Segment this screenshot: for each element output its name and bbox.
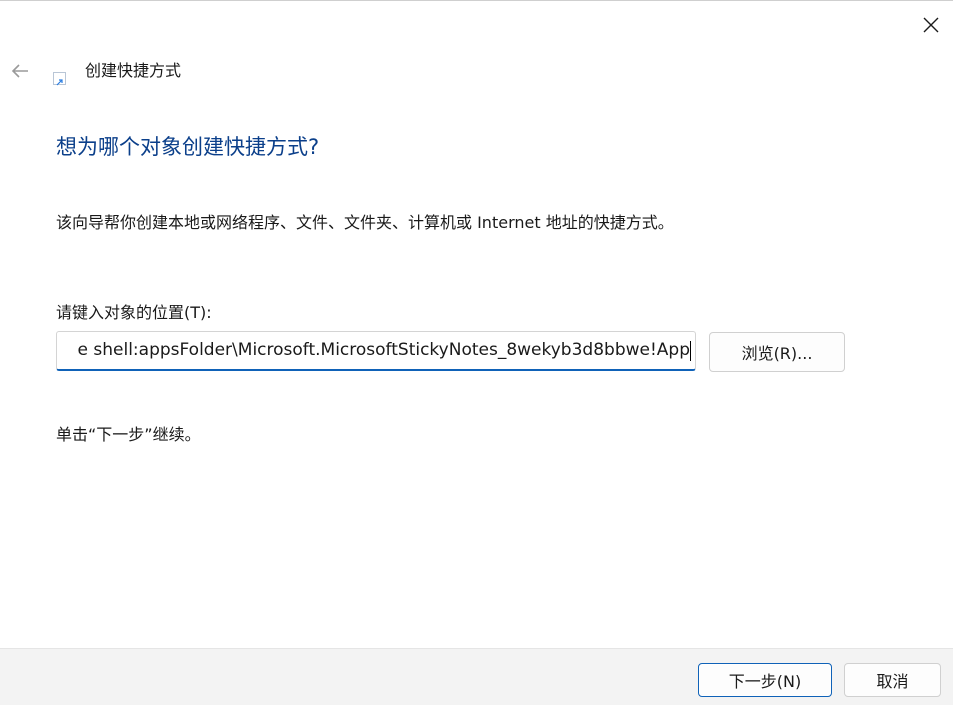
- next-button[interactable]: 下一步(N): [698, 663, 832, 697]
- back-button[interactable]: [4, 55, 36, 87]
- cancel-button[interactable]: 取消: [844, 663, 941, 697]
- location-label: 请键入对象的位置(T):: [56, 303, 212, 322]
- page-heading: 想为哪个对象创建快捷方式?: [56, 135, 320, 159]
- location-input-value: e shell:appsFolder\Microsoft.MicrosoftSt…: [77, 340, 690, 360]
- text-caret: [690, 341, 691, 361]
- window-title: 创建快捷方式: [85, 61, 182, 80]
- wizard-description: 该向导帮你创建本地或网络程序、文件、文件夹、计算机或 Internet 地址的快…: [56, 213, 674, 232]
- browse-button[interactable]: 浏览(R)...: [709, 332, 845, 372]
- location-input[interactable]: e shell:appsFolder\Microsoft.MicrosoftSt…: [56, 331, 696, 371]
- continue-hint: 单击“下一步”继续。: [56, 425, 201, 444]
- back-arrow-icon: [11, 64, 28, 78]
- create-shortcut-window: 创建快捷方式 想为哪个对象创建快捷方式? 该向导帮你创建本地或网络程序、文件、文…: [0, 0, 953, 705]
- close-icon: [923, 17, 939, 33]
- shortcut-icon: [53, 72, 66, 86]
- close-button[interactable]: [910, 5, 952, 45]
